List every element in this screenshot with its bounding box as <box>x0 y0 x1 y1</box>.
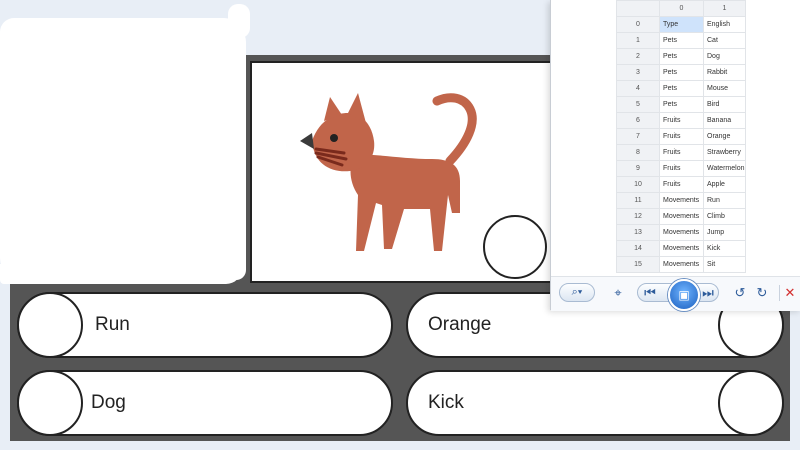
column-1-cell[interactable]: Jump <box>703 224 746 241</box>
column-1-cell[interactable]: Bird <box>703 96 746 113</box>
column-1-cell[interactable]: Run <box>703 192 746 209</box>
answer-label: Kick <box>428 392 464 413</box>
row-index-cell[interactable]: 13 <box>616 224 660 241</box>
column-0-cell[interactable]: Fruits <box>659 112 704 129</box>
column-1-cell[interactable]: Sit <box>703 256 746 273</box>
picture-corner-circle[interactable] <box>483 215 547 279</box>
row-index-cell[interactable]: 5 <box>616 96 660 113</box>
answer-label: Run <box>95 314 130 335</box>
answer-bubble[interactable] <box>17 292 83 358</box>
table-row[interactable]: 9 Fruits Watermelon <box>616 160 746 177</box>
column-0-cell[interactable]: Fruits <box>659 144 704 161</box>
rotate-counterclockwise-icon[interactable]: ↺ <box>731 283 749 302</box>
column-1-cell[interactable]: Dog <box>703 48 746 65</box>
toolbar-divider <box>779 285 780 301</box>
row-index-cell[interactable]: 8 <box>616 144 660 161</box>
table-row[interactable]: 8 Fruits Strawberry <box>616 144 746 161</box>
row-index-cell[interactable]: 6 <box>616 112 660 129</box>
row-index-cell[interactable]: 12 <box>616 208 660 225</box>
column-0-cell[interactable]: Pets <box>659 64 704 81</box>
row-index-cell[interactable]: 0 <box>616 16 660 33</box>
column-0-cell[interactable]: Fruits <box>659 160 704 177</box>
column-1-cell[interactable]: Orange <box>703 128 746 145</box>
viewer-toolbar: ⌕▾ ⌖ ⏮ ▣ ⏭ ↺ ↻ ✕ <box>551 276 800 311</box>
column-0-cell[interactable]: Pets <box>659 80 704 97</box>
whited-out-area <box>0 4 250 284</box>
column-0-cell[interactable]: Fruits <box>659 176 704 193</box>
rotate-clockwise-icon[interactable]: ↻ <box>753 283 771 302</box>
column-1-cell[interactable]: Rabbit <box>703 64 746 81</box>
column-0-cell[interactable]: Type <box>659 16 704 33</box>
table-row[interactable]: 3 Pets Rabbit <box>616 64 746 81</box>
column-0-cell[interactable]: Fruits <box>659 128 704 145</box>
table-row[interactable]: 12 Movements Climb <box>616 208 746 225</box>
column-0-cell[interactable]: Pets <box>659 96 704 113</box>
table-row[interactable]: 2 Pets Dog <box>616 48 746 65</box>
answer-option-4[interactable]: Kick <box>406 370 784 436</box>
answer-label: Dog <box>91 392 126 413</box>
column-1-cell[interactable]: Cat <box>703 32 746 49</box>
column-1-cell[interactable]: Banana <box>703 112 746 129</box>
row-index-cell[interactable]: 1 <box>616 32 660 49</box>
table-row[interactable]: 0 Type English <box>616 16 746 33</box>
answer-label: Orange <box>428 314 492 335</box>
column-0-cell[interactable]: Pets <box>659 32 704 49</box>
table-row[interactable]: 14 Movements Kick <box>616 240 746 257</box>
column-1-cell[interactable]: English <box>703 16 746 33</box>
answer-bubble[interactable] <box>718 370 784 436</box>
previous-icon[interactable]: ⏮ <box>641 283 659 302</box>
column-1-cell[interactable]: Climb <box>703 208 746 225</box>
column-1-cell[interactable]: Watermelon <box>703 160 746 177</box>
cat-illustration <box>300 93 477 251</box>
corner-header-cell <box>616 0 660 17</box>
row-index-cell[interactable]: 11 <box>616 192 660 209</box>
fit-to-window-icon[interactable]: ⌖ <box>609 283 627 302</box>
column-0-cell[interactable]: Movements <box>659 208 704 225</box>
answer-option-3[interactable]: Dog <box>17 370 393 436</box>
row-index-cell[interactable]: 3 <box>616 64 660 81</box>
row-index-cell[interactable]: 4 <box>616 80 660 97</box>
column-1-cell[interactable]: Strawberry <box>703 144 746 161</box>
column-1-cell[interactable]: Kick <box>703 240 746 257</box>
zoom-dropdown-button[interactable]: ⌕▾ <box>559 283 595 302</box>
row-index-cell[interactable]: 10 <box>616 176 660 193</box>
row-index-cell[interactable]: 9 <box>616 160 660 177</box>
row-index-cell[interactable]: 2 <box>616 48 660 65</box>
table-header-row: 0 1 <box>616 0 746 17</box>
table-row[interactable]: 10 Fruits Apple <box>616 176 746 193</box>
column-header[interactable]: 0 <box>659 0 704 17</box>
table-row[interactable]: 6 Fruits Banana <box>616 112 746 129</box>
table-row[interactable]: 15 Movements Sit <box>616 256 746 273</box>
delete-icon[interactable]: ✕ <box>781 283 799 302</box>
next-icon[interactable]: ⏭ <box>699 283 717 302</box>
table-row[interactable]: 13 Movements Jump <box>616 224 746 241</box>
column-0-cell[interactable]: Movements <box>659 192 704 209</box>
column-1-cell[interactable]: Mouse <box>703 80 746 97</box>
answer-option-1[interactable]: Run <box>17 292 393 358</box>
column-0-cell[interactable]: Movements <box>659 240 704 257</box>
answer-bubble[interactable] <box>17 370 83 436</box>
table-row[interactable]: 1 Pets Cat <box>616 32 746 49</box>
column-0-cell[interactable]: Pets <box>659 48 704 65</box>
zoom-icon: ⌕▾ <box>571 286 583 298</box>
data-table: 0 1 0 Type English 1 Pets Cat 2 Pets Dog 3 Pets Rab… <box>616 0 746 273</box>
table-row[interactable]: 7 Fruits Orange <box>616 128 746 145</box>
row-index-cell[interactable]: 7 <box>616 128 660 145</box>
table-row[interactable]: 5 Pets Bird <box>616 96 746 113</box>
column-1-cell[interactable]: Apple <box>703 176 746 193</box>
table-row[interactable]: 11 Movements Run <box>616 192 746 209</box>
column-0-cell[interactable]: Movements <box>659 256 704 273</box>
column-header[interactable]: 1 <box>703 0 746 17</box>
data-viewer-window: 0 1 0 Type English 1 Pets Cat 2 Pets Dog 3 Pets Rab… <box>550 0 800 311</box>
row-index-cell[interactable]: 14 <box>616 240 660 257</box>
row-index-cell[interactable]: 15 <box>616 256 660 273</box>
column-0-cell[interactable]: Movements <box>659 224 704 241</box>
table-row[interactable]: 4 Pets Mouse <box>616 80 746 97</box>
slideshow-icon[interactable]: ▣ <box>668 279 700 311</box>
